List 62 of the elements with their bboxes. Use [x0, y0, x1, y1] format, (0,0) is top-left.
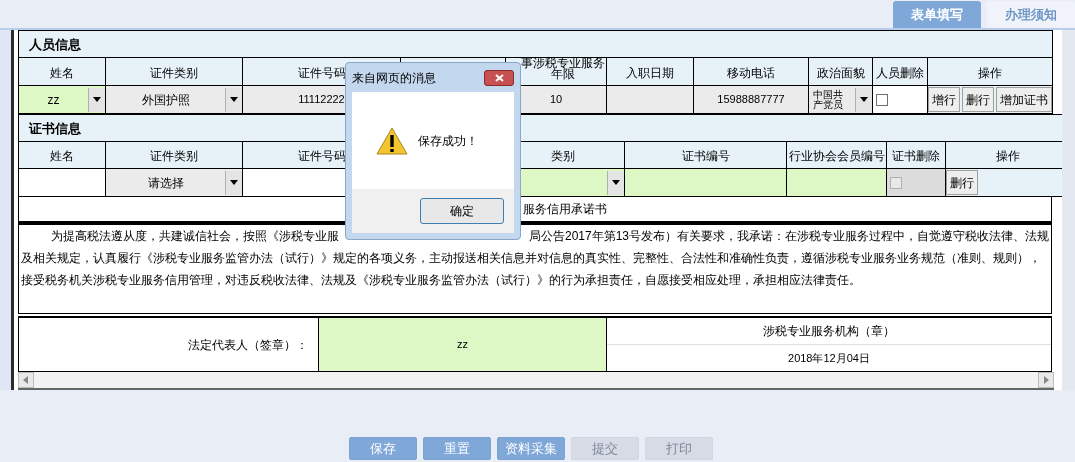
warning-icon [376, 126, 408, 155]
date-text: 2018年12月04日 [788, 350, 870, 366]
dialog-title: 来自网页的消息 [352, 69, 436, 87]
row-button[interactable]: 增行 [928, 87, 960, 112]
caret-icon [612, 180, 620, 185]
signature-label: 法定代表人（签章）： [188, 336, 308, 354]
select-field[interactable]: 中国共产党员 [809, 86, 872, 113]
input-field[interactable] [787, 169, 886, 196]
column-header: 类别 [550, 151, 575, 162]
select-field[interactable]: zz [19, 86, 105, 113]
column-header: 证件类别 [150, 67, 198, 79]
column-header: 姓名 [50, 67, 74, 79]
vertical-scrollbar[interactable] [1062, 30, 1075, 390]
caret-icon [230, 97, 238, 102]
checkbox[interactable] [876, 93, 888, 106]
paragraph-text: 接受税务机关涉税专业服务信用管理，对违反税收法律、法规及《涉税专业服务监管办法（试行）》的行为承担责任，自愿接受相应处理，承担相应法律责任。 [21, 272, 862, 289]
paragraph-text: 为提高税法遵从度，共建诚信社会，按照《涉税专业服 [50, 228, 339, 245]
column-header: 证书编号 [681, 151, 730, 162]
table-cell: 15988887777 [694, 86, 808, 113]
dropdown-button[interactable] [855, 87, 872, 112]
dropdown-button[interactable] [607, 170, 624, 195]
caret-icon [230, 180, 238, 185]
paragraph-text: 局公告2017年第13号发布）有关要求，我承诺：在涉税专业服务过程中，自觉遵守税收法律、法规 [528, 228, 1049, 245]
dropdown-button[interactable] [225, 170, 242, 195]
dropdown-button[interactable] [225, 87, 242, 112]
caret-icon [860, 97, 868, 102]
select-field[interactable]: 请选择 [106, 169, 242, 196]
column-header: 证件号码 [297, 151, 346, 162]
column-header: 政治面貌 [816, 67, 865, 79]
close-button[interactable] [484, 69, 514, 86]
column-header: 入职日期 [626, 67, 674, 79]
select-value: 外国护照 [140, 91, 191, 109]
column-header: 操作 [978, 67, 1002, 79]
column-header: 证件号码 [297, 67, 346, 79]
column-header: 事涉税专业服务年限 [520, 58, 606, 80]
horizontal-scrollbar[interactable] [18, 372, 1054, 390]
organization-label: 涉税专业服务机构（章） [763, 323, 895, 340]
column-header: 证书删除 [892, 151, 940, 162]
section-title: 人员信息 [28, 37, 81, 52]
select-value: zz [46, 91, 61, 109]
column-header: 行业协会会员编号 [788, 151, 885, 162]
select-value: 中国共产党员 [812, 89, 844, 110]
row-button[interactable]: 删行 [946, 170, 978, 195]
commitment-title: 服务信用承诺书 [523, 201, 607, 218]
ok-button[interactable]: 确定 [420, 198, 504, 224]
column-header: 人员删除 [876, 67, 924, 79]
section-title: 证书信息 [27, 121, 81, 136]
row-button[interactable]: 增加证书 [996, 87, 1052, 112]
paragraph-text: 及相关规定，认真履行《涉税专业服务监管办法（试行）》规定的各项义务，主动报送相关信息并对信息的真实性、完整性、合法性和准确性负责，遵循涉税专业服务业务规范（准则、规则）， [21, 250, 1042, 267]
signature-field[interactable]: zz [319, 318, 607, 371]
close-icon [494, 73, 504, 82]
caret-icon [93, 97, 101, 102]
dropdown-button[interactable] [88, 87, 105, 112]
column-header: 证件类别 [150, 151, 198, 162]
input-field[interactable] [625, 169, 786, 196]
row-button[interactable]: 删行 [962, 87, 994, 112]
dialog-message: 保存成功！ [418, 132, 478, 150]
column-header: 移动电话 [727, 67, 775, 79]
column-header: 操作 [996, 151, 1020, 162]
select-value: 请选择 [146, 174, 185, 192]
column-header: 姓名 [50, 151, 74, 162]
select-field[interactable]: 外国护照 [106, 86, 242, 113]
